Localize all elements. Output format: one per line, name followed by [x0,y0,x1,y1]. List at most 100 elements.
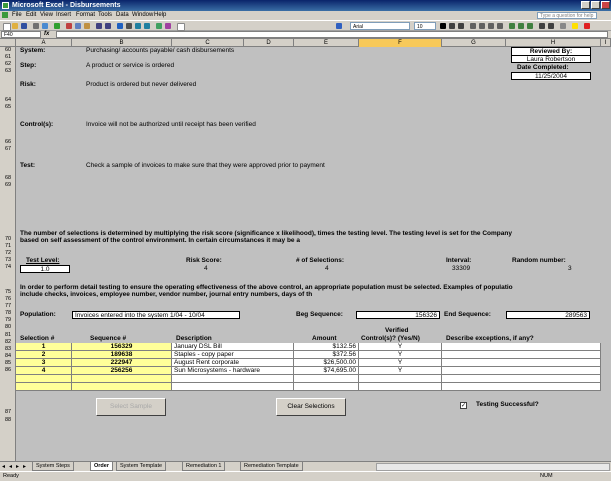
new-icon[interactable] [3,23,11,31]
help-search-input[interactable]: Type a question for help [537,12,597,19]
clear-selections-button[interactable]: Clear Selections [276,398,346,416]
population-input[interactable]: Invoices entered into the system 1/04 - … [72,311,240,319]
paste-icon[interactable] [84,23,90,29]
description-cell[interactable] [172,383,294,391]
column-header-i[interactable]: I [601,39,611,47]
select-all-corner[interactable] [0,39,16,47]
sort-descending-icon[interactable] [144,23,150,29]
row-header[interactable]: 78 [0,310,16,317]
print-preview-icon[interactable] [42,23,48,29]
description-cell[interactable] [172,375,294,383]
exceptions-cell[interactable] [442,375,601,383]
row-header[interactable]: 62 [0,61,16,68]
column-header-b[interactable]: B [72,39,172,47]
description-cell[interactable]: Staples - copy paper [172,351,294,359]
row-header[interactable]: 87 [0,409,16,416]
row-header[interactable]: 60 [0,47,16,54]
tab-remediation-1[interactable]: Remediation 1 [182,462,226,471]
row-header[interactable]: 76 [0,296,16,303]
row-header[interactable]: 61 [0,54,16,61]
row-header[interactable]: 67 [0,146,16,153]
sequence-cell[interactable]: 156329 [72,343,172,351]
description-cell[interactable]: Sun Microsystems - hardware [172,367,294,375]
description-cell[interactable]: January DSL Bill [172,343,294,351]
row-header[interactable]: 88 [0,417,16,424]
menu-format[interactable]: Format [76,11,95,20]
row-header[interactable]: 66 [0,139,16,146]
exceptions-cell[interactable] [442,359,601,367]
column-header-e[interactable]: E [294,39,359,47]
save-icon[interactable] [21,23,27,29]
worksheet-grid[interactable]: 60 61 62 63 64 65 66 67 68 69 70 71 72 7… [0,47,611,461]
testing-successful-checkbox[interactable]: ✓ [460,402,467,409]
column-header-a[interactable]: A [16,39,72,47]
row-header[interactable]: 68 [0,175,16,182]
name-box[interactable]: F40 [1,31,41,38]
merge-center-icon[interactable] [497,23,503,29]
minimize-button[interactable] [581,1,590,9]
test-value[interactable]: Check a sample of invoices to make sure … [86,162,325,170]
currency-icon[interactable] [509,23,515,29]
next-sheet-icon[interactable]: ▸ [16,463,19,471]
italic-icon[interactable] [449,23,455,29]
comma-icon[interactable] [527,23,533,29]
menu-window[interactable]: Window [132,11,153,20]
percent-icon[interactable] [518,23,524,29]
borders-icon[interactable] [560,23,566,29]
tab-system-template[interactable]: System Template [116,462,167,471]
row-header[interactable]: 74 [0,264,16,271]
menu-file[interactable]: File [12,11,22,20]
amount-cell[interactable]: $74,695.00 [294,367,359,375]
autosum-icon[interactable] [126,23,132,29]
amount-cell[interactable]: $132.56 [294,343,359,351]
risk-value[interactable]: Product is ordered but never delivered [86,81,196,89]
menu-view[interactable]: View [40,11,53,20]
verified-cell[interactable]: Y [359,351,442,359]
row-header[interactable]: 77 [0,303,16,310]
font-size-select[interactable]: 10 [414,22,436,30]
exceptions-cell[interactable] [442,351,601,359]
hyperlink-icon[interactable] [117,23,123,29]
date-completed-value[interactable]: 11/25/2004 [511,72,591,80]
bold-icon[interactable] [440,23,446,29]
description-cell[interactable]: August Rent corporate [172,359,294,367]
menu-insert[interactable]: Insert [56,11,71,20]
row-header[interactable]: 86 [0,367,16,374]
formula-input[interactable] [56,31,608,38]
print-icon[interactable] [33,23,39,29]
row-header[interactable]: 65 [0,104,16,111]
column-header-c[interactable]: C [172,39,244,47]
menu-edit[interactable]: Edit [26,11,36,20]
verified-cell[interactable]: Y [359,343,442,351]
cut-icon[interactable] [66,23,72,29]
controls-value[interactable]: Invoice will not be authorized until rec… [86,121,256,129]
align-right-icon[interactable] [488,23,494,29]
row-header[interactable]: 71 [0,243,16,250]
row-header[interactable]: 82 [0,339,16,346]
row-header[interactable]: 81 [0,332,16,339]
amount-cell[interactable] [294,383,359,391]
zoom-icon[interactable] [177,23,185,31]
last-sheet-icon[interactable]: ▸ [23,463,26,471]
chart-wizard-icon[interactable] [156,23,162,29]
verified-cell[interactable]: Y [359,359,442,367]
fx-icon[interactable]: fx [44,31,49,38]
selection-cell[interactable]: 3 [16,359,72,367]
column-header-g[interactable]: G [442,39,506,47]
close-button[interactable] [601,1,610,9]
increase-decimal-icon[interactable] [539,23,545,29]
amount-cell[interactable]: $372.56 [294,351,359,359]
row-header[interactable]: 73 [0,257,16,264]
row-header[interactable]: 69 [0,182,16,189]
column-header-d[interactable]: D [244,39,294,47]
spelling-icon[interactable] [54,23,60,29]
tab-remediation-template[interactable]: Remediation Template [240,462,303,471]
exceptions-cell[interactable] [442,343,601,351]
column-header-h[interactable]: H [506,39,601,47]
underline-icon[interactable] [458,23,464,29]
system-value[interactable]: Purchasing/ accounts payable/ cash disbu… [86,47,234,55]
align-left-icon[interactable] [470,23,476,29]
horizontal-scrollbar[interactable] [376,463,610,471]
font-select[interactable]: Arial [350,22,410,30]
exceptions-cell[interactable] [442,383,601,391]
